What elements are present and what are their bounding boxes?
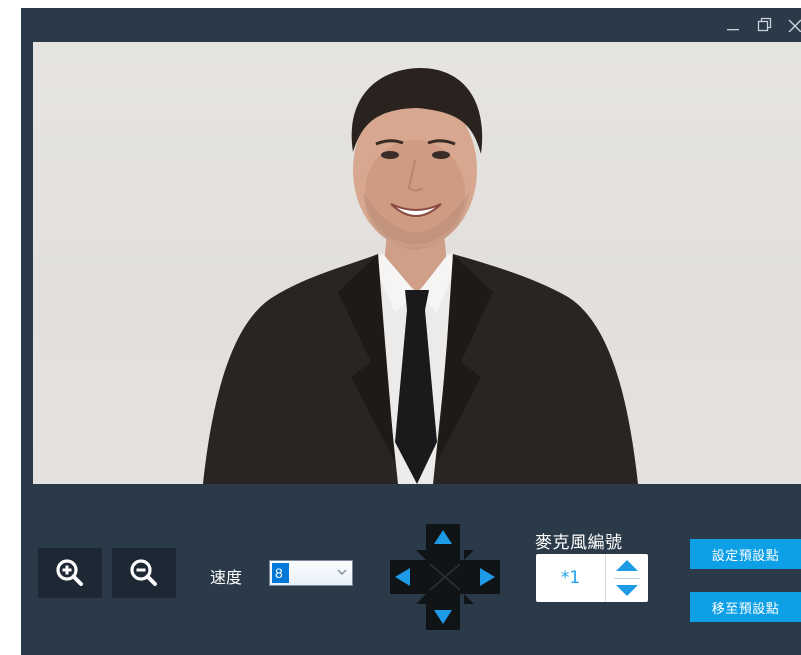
chevron-down-icon	[337, 569, 347, 575]
set-preset-button[interactable]: 設定預設點	[690, 539, 801, 569]
ptz-direction-pad	[390, 524, 500, 630]
speed-select[interactable]: 8	[269, 560, 353, 586]
control-panel: 速度 8 麥克風編號 *1 設定預設點 移至預設點	[21, 484, 801, 655]
triangle-down-icon	[616, 585, 638, 596]
mic-number-stepper: *1	[536, 554, 648, 602]
zoom-in-button[interactable]	[38, 548, 102, 598]
presenter-image	[203, 67, 638, 484]
goto-preset-button[interactable]: 移至預設點	[690, 592, 801, 622]
zoom-out-icon	[130, 559, 157, 586]
mic-number-label: 麥克風編號	[535, 533, 623, 553]
restore-icon	[757, 17, 772, 32]
zoom-in-icon	[56, 559, 83, 586]
restore-button[interactable]	[754, 14, 776, 36]
speed-label: 速度	[210, 568, 243, 587]
camera-video-feed	[33, 42, 801, 484]
title-bar	[21, 8, 801, 42]
speed-value: 8	[272, 563, 289, 583]
close-icon	[788, 19, 801, 32]
minimize-icon	[727, 29, 739, 31]
triangle-up-icon	[616, 560, 638, 571]
mic-increment-button[interactable]	[606, 554, 648, 578]
minimize-button[interactable]	[722, 14, 744, 36]
close-button[interactable]	[787, 14, 801, 36]
mic-decrement-button[interactable]	[606, 578, 648, 602]
zoom-out-button[interactable]	[112, 548, 176, 598]
camera-control-window: 速度 8 麥克風編號 *1 設定預設點 移至預設點	[21, 8, 801, 655]
mic-number-value[interactable]: *1	[536, 554, 605, 602]
